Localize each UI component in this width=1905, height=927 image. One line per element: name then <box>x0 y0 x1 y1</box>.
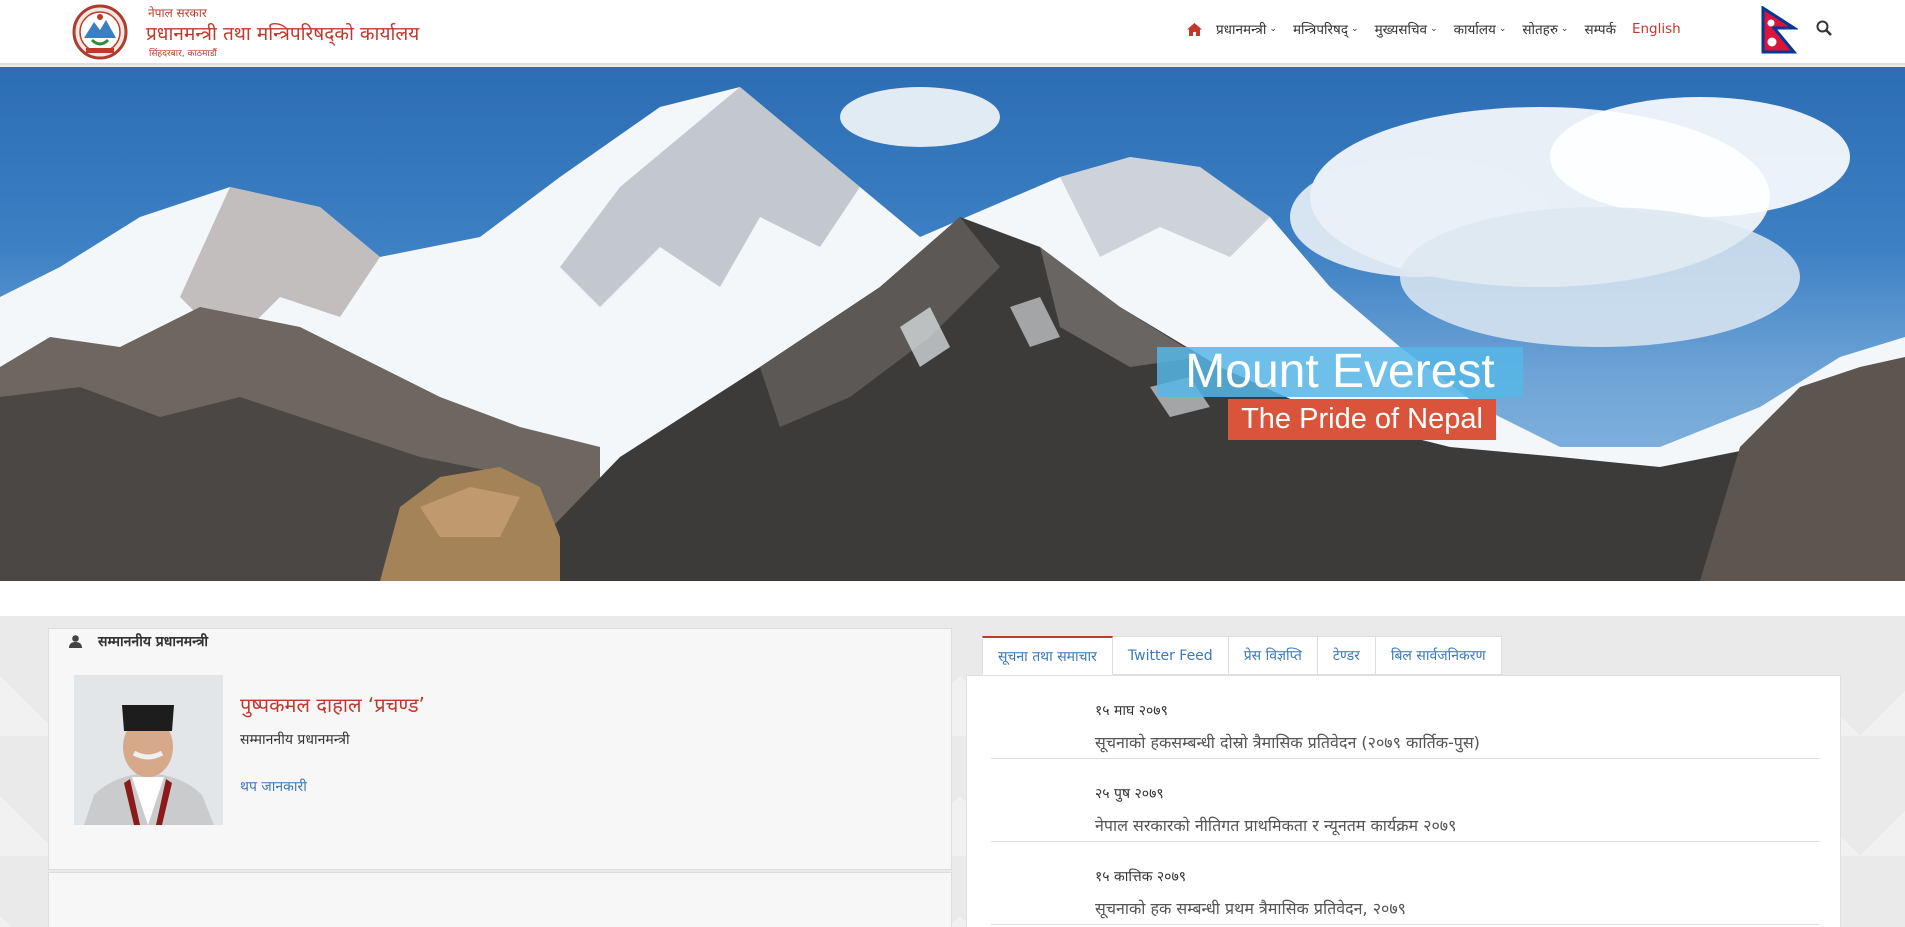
pm-more-info-link[interactable]: थप जानकारी <box>240 777 307 796</box>
tab-notices-news[interactable]: सूचना तथा समाचार <box>982 636 1113 675</box>
chevron-down-icon: ⌄ <box>1351 24 1359 34</box>
news-date: २५ पुष २०७९ <box>1095 786 1164 802</box>
chevron-down-icon: ⌄ <box>1269 24 1277 34</box>
pm-name: पुष्पकमल दाहाल ‘प्रचण्ड’ <box>240 693 425 717</box>
office-name[interactable]: प्रधानमन्त्री तथा मन्त्रिपरिषद्को कार्या… <box>146 20 419 46</box>
list-item[interactable]: २५ पुष २०७९ नेपाल सरकारको नीतिगत प्राथमि… <box>991 759 1819 842</box>
chevron-down-icon: ⌄ <box>1498 24 1507 34</box>
chevron-down-icon: ⌄ <box>1560 24 1569 34</box>
tab-press-release[interactable]: प्रेस विज्ञप्ति <box>1228 636 1318 675</box>
nav-item-label: सोतहरु <box>1522 22 1558 38</box>
news-tabs: सूचना तथा समाचार Twitter Feed प्रेस विज्… <box>982 636 1502 675</box>
pm-portrait-image <box>74 675 223 825</box>
nav-item-council-of-ministers[interactable]: मन्त्रिपरिषद् ⌄ <box>1293 20 1359 38</box>
prime-minister-card: सम्माननीय प्रधानमन्त्री पुष्पकमल दाहाल ‘… <box>48 628 952 870</box>
tab-bill-disclosure[interactable]: बिल सार्वजनिकरण <box>1375 636 1502 675</box>
office-location: सिंहदरबार, काठमाडौं <box>149 49 217 59</box>
chevron-down-icon: ⌄ <box>1430 24 1438 34</box>
pm-photo[interactable] <box>74 675 223 825</box>
language-switch-english[interactable]: English <box>1632 21 1681 37</box>
news-title[interactable]: सूचनाको हक सम्बन्धी प्रथम त्रैमासिक प्रत… <box>1095 897 1406 919</box>
news-date: १५ कात्तिक २०७९ <box>1095 869 1187 885</box>
nav-item-prime-minister[interactable]: प्रधानमन्त्री ⌄ <box>1216 20 1277 38</box>
nav-item-label: प्रधानमन्त्री <box>1216 22 1267 38</box>
pm-card-heading-label: सम्माननीय प्रधानमन्त्री <box>98 634 209 650</box>
hero-subtitle: The Pride of Nepal <box>1228 399 1496 440</box>
tab-twitter-feed[interactable]: Twitter Feed <box>1112 636 1229 675</box>
gov-small-label: नेपाल सरकार <box>148 6 207 20</box>
nav-item-contact[interactable]: सम्पर्क <box>1584 20 1615 38</box>
nav-item-label: कार्यालय <box>1453 22 1496 38</box>
main-nav: प्रधानमन्त्री ⌄ मन्त्रिपरिषद् ⌄ मुख्यसचि… <box>1187 18 1701 40</box>
nav-item-label: मन्त्रिपरिषद् <box>1292 22 1349 38</box>
list-item[interactable]: १५ माघ २०७९ सूचनाको हकसम्बन्धी दोस्रो त्… <box>991 676 1819 759</box>
hero-banner[interactable]: Mount Everest The Pride of Nepal <box>0 67 1905 581</box>
hero-title: Mount Everest <box>1157 347 1523 397</box>
nav-item-label: मुख्यसचिव <box>1374 22 1428 38</box>
user-icon <box>69 635 82 648</box>
mount-everest-image <box>0 87 1905 581</box>
hero-bottom-spacer <box>0 581 1905 616</box>
pm-designation: सम्माननीय प्रधानमन्त्री <box>240 732 350 748</box>
nav-item-chief-secretary[interactable]: मुख्यसचिव ⌄ <box>1375 20 1438 38</box>
nav-item-office[interactable]: कार्यालय ⌄ <box>1454 20 1507 38</box>
nepal-flag-icon <box>1761 6 1798 54</box>
nepal-emblem-logo[interactable] <box>72 4 128 60</box>
secondary-card <box>48 872 952 927</box>
news-list: १५ माघ २०७९ सूचनाको हकसम्बन्धी दोस्रो त्… <box>966 675 1841 927</box>
tab-tender[interactable]: टेण्डर <box>1317 636 1376 675</box>
list-item[interactable]: १५ कात्तिक २०७९ सूचनाको हक सम्बन्धी प्रथ… <box>991 842 1819 925</box>
search-icon[interactable] <box>1816 20 1832 36</box>
site-header: नेपाल सरकार प्रधानमन्त्री तथा मन्त्रिपरि… <box>0 0 1905 65</box>
news-date: १५ माघ २०७९ <box>1095 703 1168 719</box>
news-title[interactable]: नेपाल सरकारको नीतिगत प्राथमिकता र न्यूनत… <box>1095 814 1456 836</box>
nav-item-resources[interactable]: सोतहरु ⌄ <box>1522 20 1568 38</box>
pm-card-heading: सम्माननीय प्रधानमन्त्री <box>69 632 208 651</box>
nav-home[interactable] <box>1187 22 1202 36</box>
news-title[interactable]: सूचनाको हकसम्बन्धी दोस्रो त्रैमासिक प्रत… <box>1095 731 1480 753</box>
home-icon <box>1187 22 1202 36</box>
nav-item-label: सम्पर्क <box>1584 22 1616 38</box>
